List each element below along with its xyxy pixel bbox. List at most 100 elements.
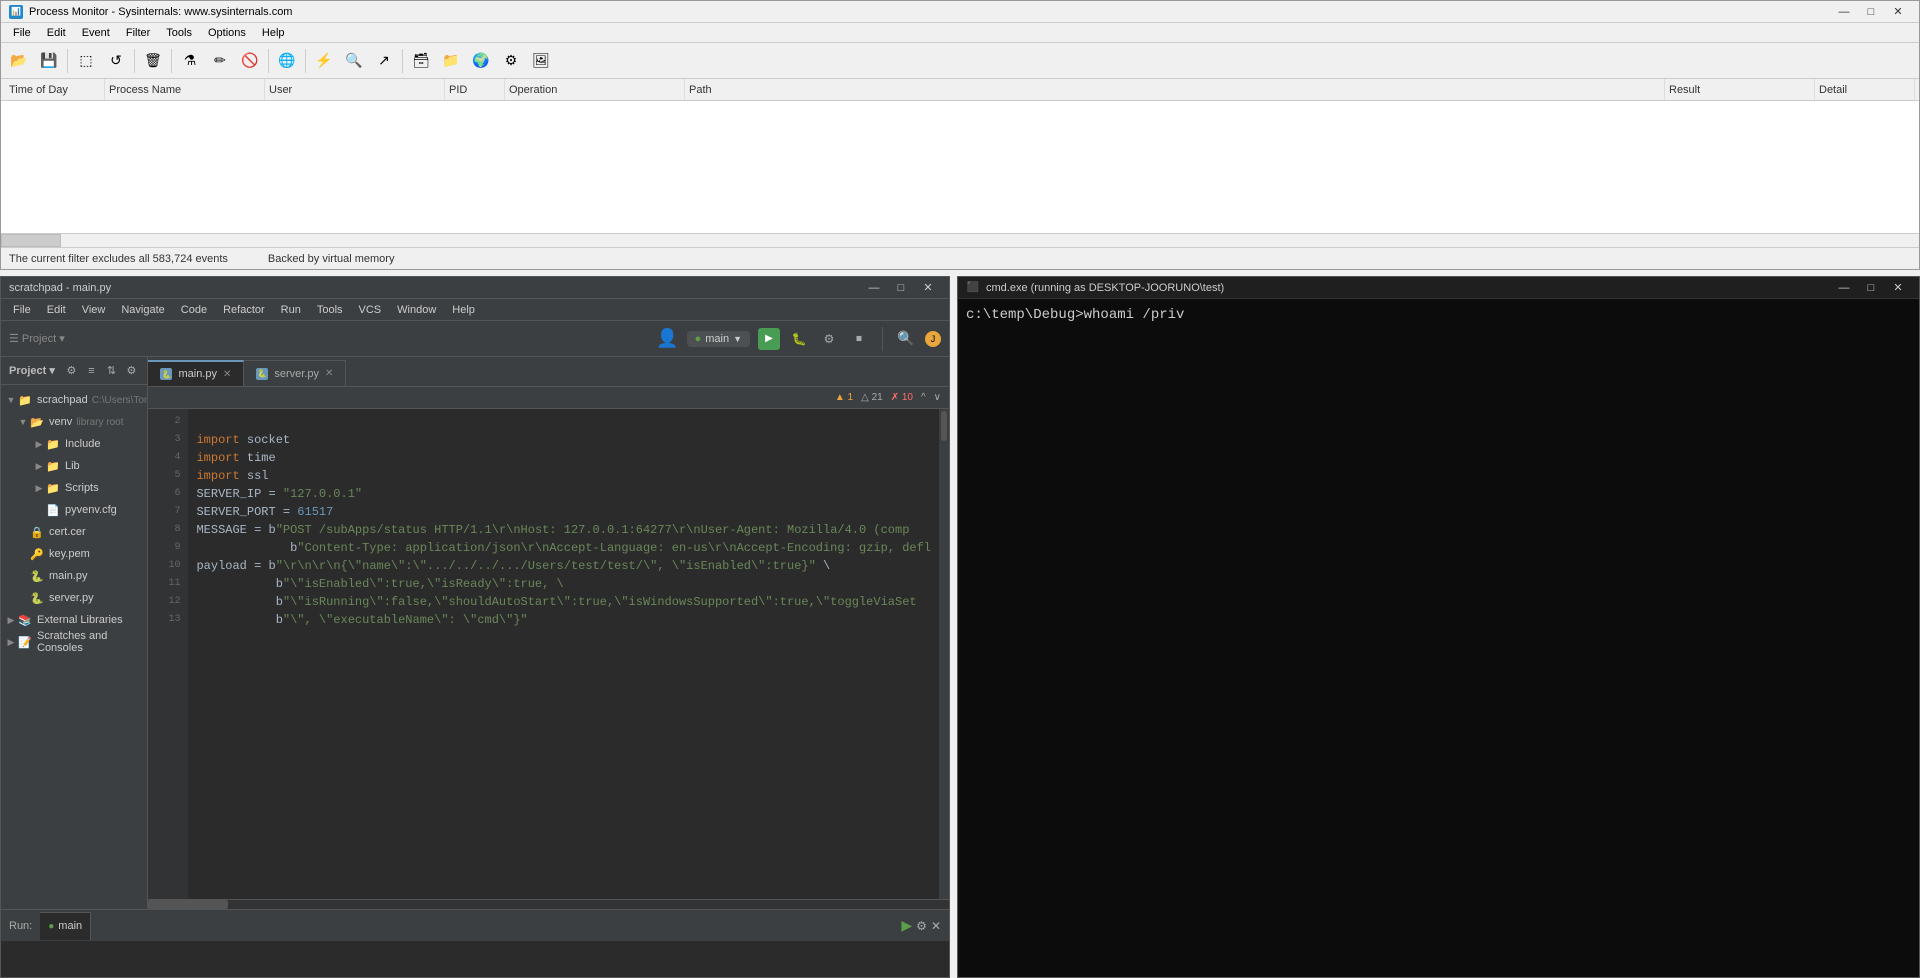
pycharm-tree-mainpy[interactable]: ▶ 🐍 main.py xyxy=(1,565,147,587)
pm-col-process[interactable]: Process Name xyxy=(105,79,265,100)
pycharm-sidebar-list-icon[interactable]: ≡ xyxy=(83,363,99,379)
pycharm-menu-view[interactable]: View xyxy=(74,302,114,318)
pycharm-expand-icon[interactable]: ^ xyxy=(921,392,926,403)
pycharm-tree-include[interactable]: ▶ 📁 Include xyxy=(1,433,147,455)
pycharm-menu-edit[interactable]: Edit xyxy=(39,302,74,318)
pm-menu-help[interactable]: Help xyxy=(254,25,293,41)
code-line-8: MESSAGE = b"POST /subApps/status HTTP/1.… xyxy=(196,521,931,539)
pm-menu-file[interactable]: File xyxy=(5,25,39,41)
pycharm-tab-serverpy[interactable]: 🐍 server.py ✕ xyxy=(244,360,346,386)
pycharm-sidebar-settings-icon[interactable]: ⚙ xyxy=(63,363,79,379)
pycharm-menu-navigate[interactable]: Navigate xyxy=(113,302,172,318)
pycharm-sidebar-sort-icon[interactable]: ⇅ xyxy=(103,363,119,379)
pycharm-tree-serverpy[interactable]: ▶ 🐍 server.py xyxy=(1,587,147,609)
cmd-content[interactable]: c:\temp\Debug>whoami /priv xyxy=(958,299,1919,977)
pycharm-tree-pyvenv[interactable]: ▶ 📄 pyvenv.cfg xyxy=(1,499,147,521)
pycharm-run-play-btn[interactable]: ▶ xyxy=(901,917,912,934)
cmd-maximize-btn[interactable]: □ xyxy=(1858,278,1884,298)
pycharm-tree-icon-pyvenv: 📄 xyxy=(45,502,61,518)
pycharm-run-button[interactable]: ▶ xyxy=(758,328,780,350)
pm-menu-options[interactable]: Options xyxy=(200,25,254,41)
pycharm-code-content[interactable]: import socket import time import ssl SER… xyxy=(188,409,939,899)
pycharm-run-config[interactable]: ● main ▼ xyxy=(687,331,750,347)
pycharm-tree-extlibs[interactable]: ▶ 📚 External Libraries xyxy=(1,609,147,631)
pycharm-menu-help[interactable]: Help xyxy=(444,302,483,318)
pycharm-scrollbar-h-thumb[interactable] xyxy=(148,900,228,909)
pm-tool-jump[interactable]: ↗ xyxy=(370,47,398,75)
pycharm-run-tab[interactable]: ● main xyxy=(40,912,91,940)
cmd-close-btn[interactable]: ✕ xyxy=(1885,278,1911,298)
pycharm-tree-scratches[interactable]: ▶ 📝 Scratches and Consoles xyxy=(1,631,147,653)
pycharm-stop-btn[interactable]: ⏹ xyxy=(848,328,870,350)
pycharm-maximize-btn[interactable]: □ xyxy=(888,278,914,298)
pm-col-pid[interactable]: PID xyxy=(445,79,505,100)
pycharm-coverage-btn[interactable]: ⚙ xyxy=(818,328,840,350)
pycharm-run-settings-btn[interactable]: ⚙ xyxy=(916,917,927,934)
pm-scroll-thumb[interactable] xyxy=(1,234,61,247)
pycharm-tree-lib[interactable]: ▶ 📁 Lib xyxy=(1,455,147,477)
cmd-prompt-text: c:\temp\Debug>whoami /priv xyxy=(966,307,1184,323)
pycharm-minimize-btn[interactable]: — xyxy=(861,278,887,298)
pm-tool-save[interactable]: 💾 xyxy=(35,47,63,75)
pm-menu-event[interactable]: Event xyxy=(74,25,118,41)
pycharm-menu-run[interactable]: Run xyxy=(273,302,309,318)
pm-maximize-btn[interactable]: □ xyxy=(1858,2,1884,22)
pm-tool-filesystem[interactable]: 📁 xyxy=(437,47,465,75)
pm-close-btn[interactable]: ✕ xyxy=(1885,2,1911,22)
pm-tool-registry[interactable]: 🗃 xyxy=(407,47,435,75)
pm-tool-filter[interactable]: ⚗ xyxy=(176,47,204,75)
pm-tool-clear[interactable]: 🗑 xyxy=(139,47,167,75)
pycharm-scrollbar-horizontal[interactable] xyxy=(148,899,949,909)
cmd-minimize-btn[interactable]: — xyxy=(1831,278,1857,298)
pm-col-path[interactable]: Path xyxy=(685,79,1665,100)
pycharm-run-close-btn[interactable]: ✕ xyxy=(931,917,941,934)
pycharm-scrollbar-thumb[interactable] xyxy=(941,411,947,441)
pm-menu-tools[interactable]: Tools xyxy=(158,25,200,41)
pycharm-menu-code[interactable]: Code xyxy=(173,302,215,318)
pycharm-debug-btn[interactable]: 🐛 xyxy=(788,328,810,350)
pm-tool-process[interactable]: ⚙ xyxy=(497,47,525,75)
pycharm-tree-venv[interactable]: ▼ 📂 venv library root xyxy=(1,411,147,433)
pycharm-search-btn[interactable]: 🔍 xyxy=(895,328,917,350)
pm-horizontal-scrollbar[interactable] xyxy=(1,233,1919,247)
pm-tool-network[interactable]: 🌐 xyxy=(273,47,301,75)
pm-tool-profiling[interactable]: 🖼 xyxy=(527,47,555,75)
pm-tool-network2[interactable]: 🌍 xyxy=(467,47,495,75)
pm-tool-open[interactable]: 📂 xyxy=(5,47,33,75)
pycharm-user-icon[interactable]: 👤 xyxy=(656,328,678,349)
pm-scroll-track[interactable] xyxy=(1,234,1919,247)
pycharm-tree-cert[interactable]: ▶ 🔒 cert.cer xyxy=(1,521,147,543)
pycharm-scrollbar-vertical[interactable] xyxy=(939,409,949,899)
pm-col-operation[interactable]: Operation xyxy=(505,79,685,100)
pycharm-tab-mainpy[interactable]: 🐍 main.py ✕ xyxy=(148,360,244,386)
pm-col-result[interactable]: Result xyxy=(1665,79,1815,100)
pm-tool-highlight[interactable]: ✏ xyxy=(206,47,234,75)
pycharm-collapse-icon[interactable]: ∨ xyxy=(934,392,941,403)
pycharm-tab-close-serverpy[interactable]: ✕ xyxy=(325,368,333,379)
pycharm-tree-keypem[interactable]: ▶ 🔑 key.pem xyxy=(1,543,147,565)
pycharm-menu-refactor[interactable]: Refactor xyxy=(215,302,273,318)
pm-tool-autoscroll[interactable]: ⬚ xyxy=(72,47,100,75)
pycharm-tab-close-mainpy[interactable]: ✕ xyxy=(223,369,231,380)
pm-col-detail[interactable]: Detail xyxy=(1815,79,1915,100)
pycharm-sidebar-gear-icon[interactable]: ⚙ xyxy=(123,363,139,379)
pm-minimize-btn[interactable]: — xyxy=(1831,2,1857,22)
pycharm-avatar[interactable]: J xyxy=(925,331,941,347)
pm-col-time[interactable]: Time of Day xyxy=(5,79,105,100)
pm-tool-refresh[interactable]: ↺ xyxy=(102,47,130,75)
pm-tool-search[interactable]: 🔍 xyxy=(340,47,368,75)
pycharm-run-config-arrow: ▼ xyxy=(733,334,742,344)
pycharm-warnings2: △ 21 xyxy=(861,392,883,403)
pm-tool-capture[interactable]: ⚡ xyxy=(310,47,338,75)
pycharm-menu-file[interactable]: File xyxy=(5,302,39,318)
pm-menu-filter[interactable]: Filter xyxy=(118,25,158,41)
pycharm-tree-scripts[interactable]: ▶ 📁 Scripts xyxy=(1,477,147,499)
pycharm-tree-project[interactable]: ▼ 📁 scrachpad C:\Users\Tomer\PycharmProj… xyxy=(1,389,147,411)
pycharm-menu-vcs[interactable]: VCS xyxy=(351,302,390,318)
pycharm-menu-tools[interactable]: Tools xyxy=(309,302,351,318)
pycharm-menu-window[interactable]: Window xyxy=(389,302,444,318)
pycharm-close-btn[interactable]: ✕ xyxy=(915,278,941,298)
pm-tool-exclude[interactable]: 🚫 xyxy=(236,47,264,75)
pm-col-user[interactable]: User xyxy=(265,79,445,100)
pm-menu-edit[interactable]: Edit xyxy=(39,25,74,41)
